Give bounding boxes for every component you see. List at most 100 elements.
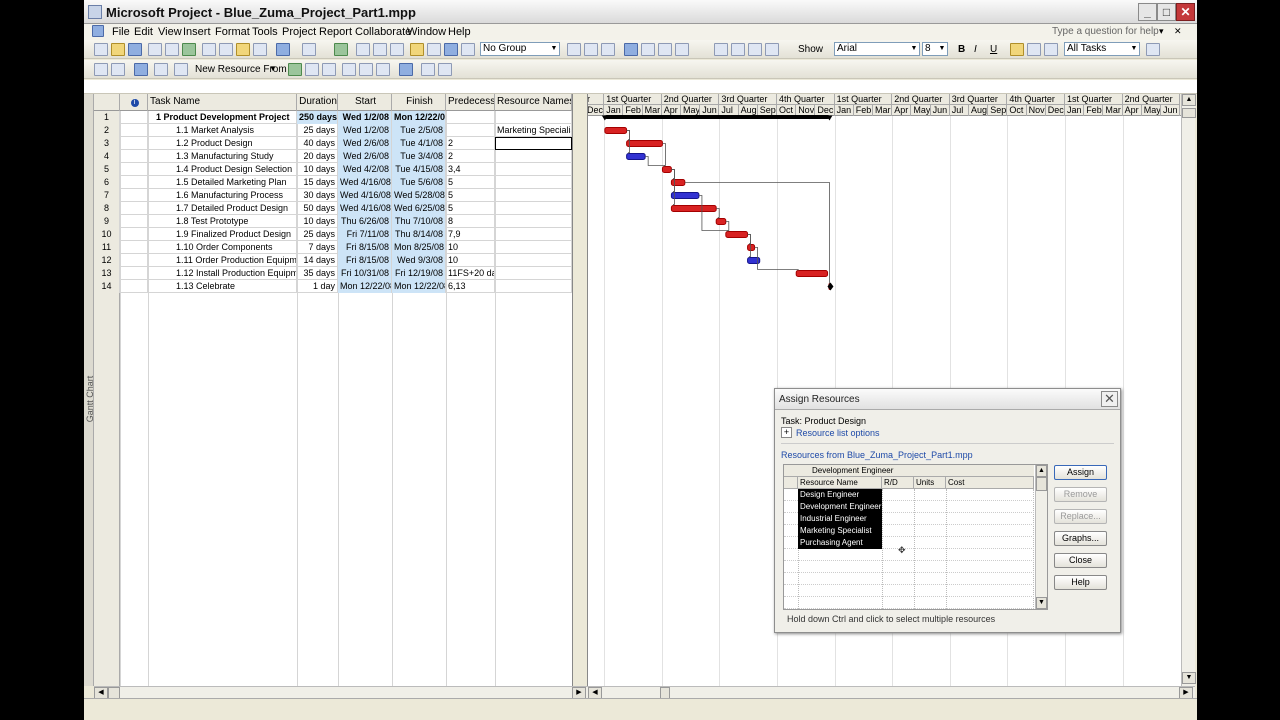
doc-close-icon[interactable]: ✕ [1174,26,1182,37]
cell-name[interactable]: 1.10 Order Components [148,241,297,254]
resource-name[interactable]: Industrial Engineer [798,513,882,525]
undo-icon[interactable] [276,43,290,56]
filter-icon[interactable] [399,63,413,76]
task-bar[interactable] [725,231,749,238]
split-task-icon[interactable] [390,43,404,56]
copy-icon[interactable] [219,43,233,56]
redo-icon[interactable] [302,43,316,56]
cell-duration[interactable]: 10 days [297,163,338,176]
task-name-header[interactable]: Task Name [148,94,297,111]
cell-finish[interactable]: Tue 2/5/08 [392,124,446,137]
menu-format[interactable]: Format [215,26,250,38]
cell-duration[interactable]: 250 days [297,111,338,124]
gantt-wizard-icon[interactable] [641,43,655,56]
scroll-thumb[interactable] [1182,108,1196,118]
align-left-icon[interactable] [1010,43,1024,56]
close-button[interactable]: ✕ [1176,3,1195,21]
grid-horizontal-scrollbar[interactable]: ◀ ▶ [94,686,588,699]
address-book-icon[interactable] [174,63,188,76]
resource-row[interactable]: Marketing Specialist [784,525,1034,537]
hyperlink-icon[interactable] [334,43,348,56]
assign-button[interactable]: Assign [1054,465,1107,480]
resource-allocation-icon[interactable] [94,63,108,76]
filter-select[interactable]: All Tasks ▼ [1064,42,1140,56]
cell-start[interactable]: Wed 2/6/08 [338,150,392,163]
cell-duration[interactable]: 20 days [297,150,338,163]
table-row[interactable]: 12 1.11 Order Production Equipment 14 days… [94,254,572,267]
resource-list-options-link[interactable]: Resource list options [796,428,880,438]
resource-row[interactable]: Design Engineer [784,489,1034,501]
cell-name[interactable]: 1.9 Finalized Product Design [148,228,297,241]
cell-duration[interactable]: 35 days [297,267,338,280]
cell-res[interactable]: Marketing Specialist [495,124,572,137]
scroll-to-task-icon[interactable] [601,43,615,56]
table-row[interactable]: 1 1 Product Development Project 250 days We… [94,111,572,124]
task-info-icon[interactable] [410,43,424,56]
table-row[interactable]: 13 1.12 Install Production Equipment35 da… [94,267,572,280]
font-select[interactable]: Arial ▼ [834,42,920,56]
resource-name[interactable]: Development Engineer [798,501,882,513]
units-header[interactable]: Units [914,477,946,489]
cell-name[interactable]: 1.1 Market Analysis [148,124,297,137]
cell-finish[interactable]: Tue 3/4/08 [392,150,446,163]
table-row[interactable]: 5 1.4 Product Design Selection 10 days Wed … [94,163,572,176]
copy-picture-icon[interactable] [624,43,638,56]
unlink-tasks-icon[interactable] [373,43,387,56]
summary-bar[interactable] [604,115,830,119]
cell-finish[interactable]: Wed 9/3/08 [392,254,446,267]
task-bar[interactable] [670,179,686,186]
task-bar[interactable] [604,127,628,134]
scroll-up-button[interactable]: ▲ [1036,465,1047,477]
scroll-up-button[interactable]: ▲ [1182,94,1196,106]
cell-start[interactable]: Wed 4/2/08 [338,163,392,176]
cell-name[interactable]: 1.8 Test Prototype [148,215,297,228]
cell-name[interactable]: 1.3 Manufacturing Study [148,150,297,163]
task-bar[interactable] [747,244,756,251]
cell-name[interactable]: 1.5 Detailed Marketing Plan [148,176,297,189]
cell-pred[interactable]: 10 [446,241,495,254]
cell-start[interactable]: Wed 4/16/08 [338,176,392,189]
share-resources-icon[interactable] [154,63,168,76]
cell-res[interactable] [495,267,572,280]
cell-res[interactable] [495,241,572,254]
cell-name[interactable]: 1.6 Manufacturing Process [148,189,297,202]
project-guide-icon[interactable] [658,43,672,56]
resource-row[interactable] [784,561,1034,573]
resource-notes-icon[interactable] [421,63,435,76]
paste-icon[interactable] [236,43,250,56]
menu-insert[interactable]: Insert [183,26,211,38]
cell-res[interactable] [495,280,572,293]
cell-start[interactable]: Fri 8/15/08 [338,241,392,254]
duration-header[interactable]: Duration [297,94,338,111]
align-right-icon[interactable] [1044,43,1058,56]
chevron-down-icon[interactable]: ▼ [269,64,277,73]
cell-duration[interactable]: 50 days [297,202,338,215]
cell-start[interactable]: Wed 4/16/08 [338,202,392,215]
rd-header[interactable]: R/D [882,477,914,489]
table-row[interactable]: 9 1.8 Test Prototype 10 days Thu 6/26/08 Thu… [94,215,572,228]
dialog-close-icon[interactable]: ✕ [1101,391,1118,407]
substitute-resource-icon[interactable] [305,63,319,76]
cell-res[interactable] [495,202,572,215]
resource-row[interactable] [784,597,1034,609]
new-icon[interactable] [94,43,108,56]
cell-duration[interactable]: 14 days [297,254,338,267]
cell-start[interactable]: Mon 12/22/08 [338,280,392,293]
resource-row[interactable] [784,585,1034,597]
table-row[interactable]: 3 1.2 Product Design 40 days Wed 2/6/08 Tue … [94,137,572,150]
finish-header[interactable]: Finish [392,94,446,111]
table-row[interactable]: 11 1.10 Order Components 7 days Fri 8/15/08… [94,241,572,254]
split-bar[interactable] [572,94,588,686]
level-resources-icon[interactable] [322,63,336,76]
cell-finish[interactable]: Mon 12/22/08 [392,111,446,124]
task-bar[interactable] [795,270,829,277]
task-bar[interactable] [670,192,700,199]
help-icon[interactable] [675,43,689,56]
help-search-input[interactable]: Type a question for help [1052,26,1159,37]
cell-start[interactable]: Fri 10/31/08 [338,267,392,280]
cell-name[interactable]: 1.13 Celebrate [148,280,297,293]
cell-pred[interactable] [446,111,495,124]
font-size-select[interactable]: 8 ▼ [922,42,948,56]
vertical-scrollbar[interactable]: ▲ ▼ [1181,94,1196,686]
cell-start[interactable]: Wed 1/2/08 [338,111,392,124]
